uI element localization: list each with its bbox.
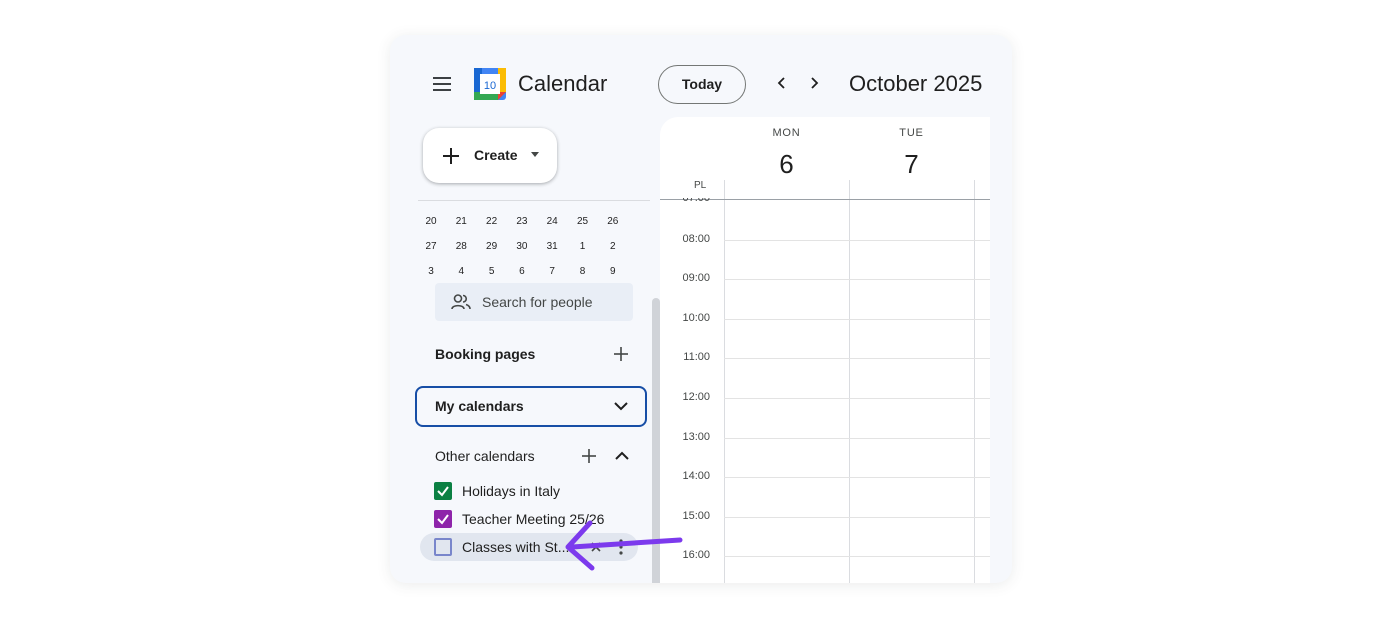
- mini-calendar-day[interactable]: 3: [418, 260, 446, 284]
- day-of-week: MON: [772, 127, 801, 139]
- mini-calendar-day[interactable]: 26: [598, 210, 628, 234]
- mini-calendar-week-row: 3456789: [418, 260, 650, 284]
- other-calendars-label: Other calendars: [435, 448, 535, 464]
- plus-icon: [443, 148, 459, 164]
- day-number[interactable]: 7: [849, 149, 974, 180]
- day-header-tue: TUE 7: [849, 127, 974, 180]
- hour-gridline: [724, 437, 990, 439]
- mini-calendar-day[interactable]: 9: [598, 260, 628, 284]
- time-label: 11:00: [683, 351, 710, 364]
- timezone-label: PL: [694, 180, 707, 191]
- hour-gridline: [724, 318, 990, 320]
- hour-gridline: [724, 556, 990, 558]
- search-people-placeholder: Search for people: [482, 294, 593, 310]
- mini-calendar-day[interactable]: 31: [537, 235, 567, 259]
- mini-calendar-day[interactable]: 2: [598, 235, 628, 259]
- mini-calendar-day[interactable]: 21: [446, 210, 476, 234]
- previous-week-icon[interactable]: [772, 73, 792, 93]
- calendar-name: Holidays in Italy: [462, 483, 561, 499]
- mini-calendar-divider: [418, 200, 650, 205]
- mini-calendar-day[interactable]: 27: [418, 235, 446, 259]
- mini-calendar-day[interactable]: 22: [477, 210, 507, 234]
- people-icon: [451, 294, 471, 310]
- time-label: 12:00: [682, 391, 710, 403]
- my-calendars-label: My calendars: [435, 398, 524, 414]
- time-label: 09:00: [682, 272, 710, 285]
- time-label: 13:00: [682, 430, 710, 443]
- mini-calendar-week-row: 27 28 29 30 31 1 2: [418, 235, 650, 259]
- mini-calendar-day[interactable]: 23: [507, 210, 537, 234]
- create-label: Create: [474, 147, 518, 163]
- add-booking-page-icon[interactable]: [611, 344, 631, 364]
- day-number[interactable]: 6: [724, 149, 849, 180]
- mini-calendar-day[interactable]: 4: [446, 260, 476, 284]
- main-menu-icon[interactable]: [433, 76, 451, 92]
- checkbox[interactable]: [434, 538, 452, 556]
- mini-calendar-day[interactable]: 1: [568, 235, 598, 259]
- logo-day-text: 10: [484, 80, 496, 92]
- week-grid: MON 6 TUE 7 PL 07:00 08:00 09:00 10:00 11:00…: [660, 117, 990, 583]
- calendar-name: Classes with St...: [462, 539, 570, 555]
- chevron-up-icon[interactable]: [612, 446, 632, 466]
- hour-gridline: [724, 239, 990, 241]
- mini-calendar-day[interactable]: 7: [537, 260, 567, 284]
- mini-calendar: 20 21 22 23 24 25 26 27 28 29 30 31 1 2 3 4 5 6 7 8 9: [418, 200, 650, 285]
- chevron-down-icon: [614, 402, 628, 411]
- hour-gridline: [724, 398, 990, 399]
- day-header-mon: MON 6: [724, 127, 849, 180]
- caret-down-icon: [531, 152, 539, 157]
- mini-calendar-day[interactable]: 30: [507, 235, 537, 259]
- time-label: 10:00: [682, 311, 710, 324]
- checkbox[interactable]: [434, 510, 452, 528]
- next-week-icon[interactable]: [804, 73, 824, 93]
- calendar-logo-icon: 10: [474, 68, 506, 100]
- time-label: 14:00: [682, 470, 710, 483]
- mini-calendar-day[interactable]: 24: [537, 210, 567, 234]
- booking-pages-label: Booking pages: [435, 346, 536, 362]
- mini-calendar-week-row: 20 21 22 23 24 25 26: [418, 210, 650, 234]
- mini-calendar-day[interactable]: 29: [477, 235, 507, 259]
- check-icon: [437, 486, 449, 497]
- search-people-input[interactable]: Search for people: [435, 283, 633, 321]
- mini-calendar-day[interactable]: 20: [418, 210, 446, 234]
- check-icon: [437, 514, 449, 525]
- mini-calendar-day[interactable]: 8: [568, 260, 598, 284]
- calendar-item-holidays[interactable]: Holidays in Italy: [420, 477, 638, 505]
- hour-gridline: [724, 358, 990, 360]
- add-other-calendar-icon[interactable]: [579, 446, 599, 466]
- my-calendars-toggle[interactable]: My calendars: [415, 386, 647, 427]
- today-button[interactable]: Today: [658, 65, 746, 104]
- checkbox[interactable]: [434, 482, 452, 500]
- mini-calendar-day[interactable]: 28: [446, 235, 476, 259]
- hour-gridline: [724, 516, 990, 518]
- day-of-week: TUE: [899, 127, 924, 139]
- time-label: 07:00: [682, 198, 710, 204]
- calendar-app-window: 10 Calendar Today October 2025 Create 20…: [390, 35, 1012, 583]
- hour-gridline: [724, 477, 990, 479]
- month-title: October 2025: [849, 71, 983, 96]
- mini-calendar-day[interactable]: 25: [568, 210, 598, 234]
- app-title: Calendar: [518, 71, 608, 96]
- mini-calendar-day[interactable]: 6: [507, 260, 537, 284]
- time-label: 08:00: [682, 232, 710, 245]
- annotation-arrow-icon: [565, 520, 683, 571]
- mini-calendar-day[interactable]: 5: [477, 260, 507, 284]
- hour-gridline: [724, 279, 990, 281]
- create-button[interactable]: Create: [423, 128, 557, 183]
